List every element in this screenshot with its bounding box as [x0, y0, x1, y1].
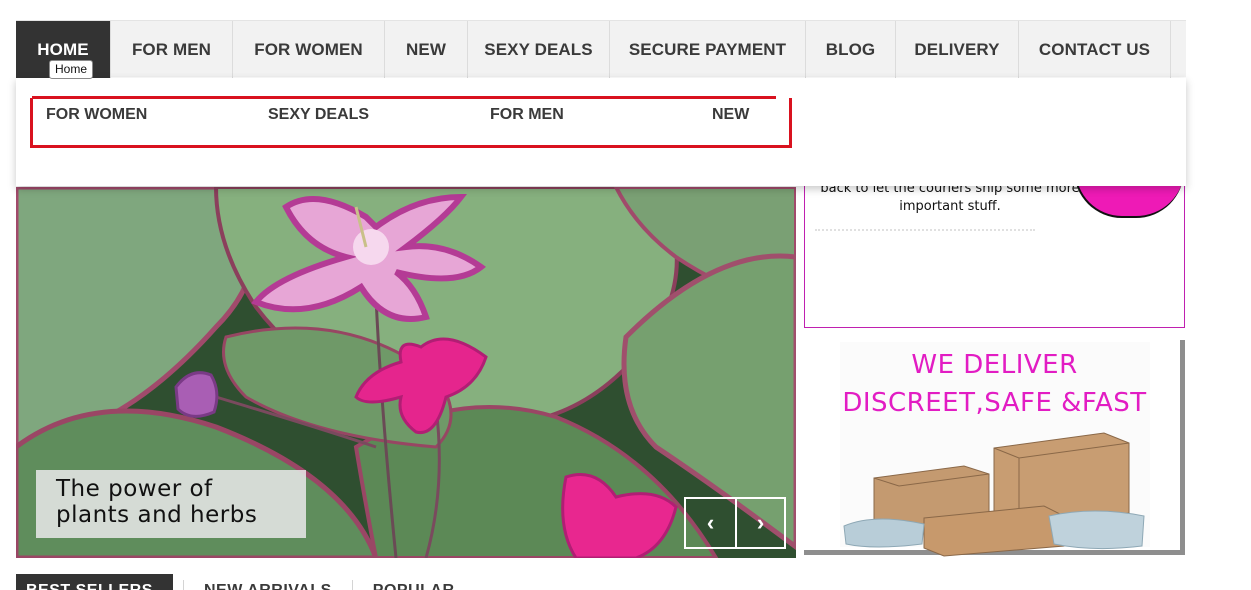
slider-caption: The power of plants and herbs [36, 470, 306, 538]
main-nav: HOME FOR MEN FOR WOMEN NEW SEXY DEALS SE… [16, 20, 1186, 78]
tab-divider [351, 580, 353, 590]
nav-item-new[interactable]: NEW [385, 21, 468, 78]
dropdown-item-for-women[interactable]: FOR WOMEN [46, 106, 147, 124]
hero-slider: The power of plants and herbs ‹ › [16, 187, 796, 558]
boxes-illustration [843, 432, 1145, 557]
nav-item-sexy-deals[interactable]: SEXY DEALS [468, 21, 610, 78]
caption-line-2: plants and herbs [56, 502, 258, 528]
dropdown-item-for-men[interactable]: FOR MEN [490, 106, 564, 124]
chevron-left-icon[interactable]: ‹ [686, 499, 735, 547]
slider-controls: ‹ › [684, 497, 786, 549]
tab-best-sellers[interactable]: BEST SELLERS [16, 574, 173, 590]
nav-item-for-women[interactable]: FOR WOMEN [233, 21, 385, 78]
nav-item-for-men[interactable]: FOR MEN [111, 21, 233, 78]
nav-item-delivery[interactable]: DELIVERY [896, 21, 1019, 78]
promo-top-line-2: important stuff. [899, 199, 1001, 214]
dropdown-item-new[interactable]: NEW [712, 106, 749, 124]
delivery-banner[interactable]: WE DELIVER DISCREET,SAFE &FAST [804, 338, 1185, 558]
tab-divider [183, 580, 184, 590]
faint-divider [815, 229, 1035, 232]
tab-popular[interactable]: POPULAR [363, 574, 465, 590]
dropdown-item-sexy-deals[interactable]: SEXY DEALS [268, 106, 369, 124]
product-tabs: BEST SELLERS NEW ARRIVALS POPULAR [16, 574, 465, 590]
promo-banner-top[interactable]: back to let the couriers ship some more … [804, 170, 1185, 328]
nav-item-contact-us[interactable]: CONTACT US [1019, 21, 1171, 78]
nav-item-secure-payment[interactable]: SECURE PAYMENT [610, 21, 806, 78]
nav-item-blog[interactable]: BLOG [806, 21, 896, 78]
tab-new-arrivals[interactable]: NEW ARRIVALS [194, 574, 342, 590]
chevron-right-icon[interactable]: › [734, 499, 784, 547]
caption-line-1: The power of [56, 476, 213, 502]
home-tooltip: Home [49, 60, 94, 79]
nav-dropdown-menu: FOR WOMEN SEXY DEALS FOR MEN NEW [16, 78, 1186, 186]
